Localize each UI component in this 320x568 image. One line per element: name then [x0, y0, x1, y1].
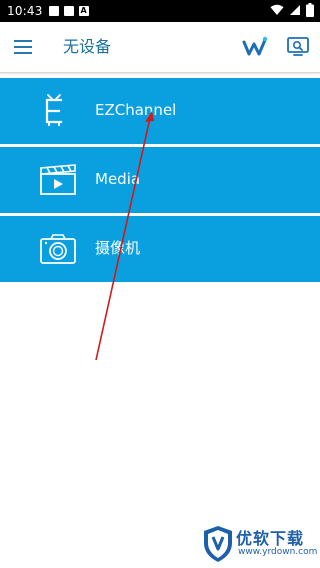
shield-logo-icon [204, 526, 232, 562]
menu-item-camera[interactable]: 摄像机 [0, 216, 320, 282]
hamburger-menu-icon[interactable] [11, 35, 35, 59]
screen-cast-icon[interactable] [285, 34, 311, 60]
status-time: 10:43 [7, 4, 43, 18]
tv-icon [38, 92, 78, 130]
text-notification-icon: A [78, 6, 89, 16]
camera-icon [38, 230, 78, 268]
status-bar: 10:43 A [0, 0, 320, 22]
watermark-name: 优软下载 [236, 529, 305, 548]
menu-item-label: EZChannel [95, 101, 177, 119]
battery-icon [306, 3, 314, 17]
watermark-logo: 优软下载 www.yrdown.com [202, 524, 318, 564]
watermark-url: www.yrdown.com [238, 547, 318, 557]
signal-icon [290, 5, 300, 15]
clapperboard-icon [38, 161, 78, 199]
wifi-icon [270, 4, 284, 15]
menu-item-media[interactable]: Media [0, 147, 320, 216]
device-menu-list: EZChannel Media 摄像机 [0, 78, 320, 282]
menu-item-label: Media [95, 170, 141, 188]
menu-item-label: 摄像机 [95, 239, 141, 257]
app-bar: 无设备 [0, 22, 320, 73]
menu-item-ezchannel[interactable]: EZChannel [0, 78, 320, 147]
notification-square-icon [48, 6, 59, 16]
w-logo-icon[interactable] [241, 35, 269, 59]
page-title: 无设备 [63, 37, 112, 56]
notification-square-icon [63, 6, 74, 16]
